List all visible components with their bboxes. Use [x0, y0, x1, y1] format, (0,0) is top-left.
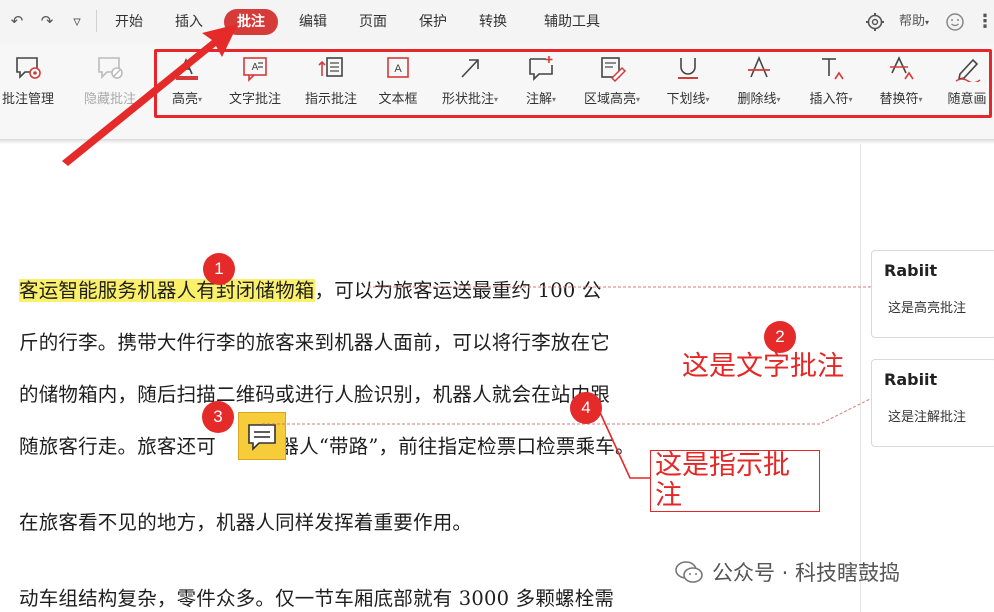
paragraph-line-3[interactable]: 的储物箱内，随后扫描二维码或进行人脸识别，机器人就会在站内跟	[19, 378, 610, 407]
freehand-draw-label: 随意画	[947, 92, 987, 107]
area-highlight-tool[interactable]: 区域高亮▾	[574, 54, 650, 114]
line-4-start: 随旅客行走。旅客还可	[19, 435, 217, 458]
tab-convert[interactable]: 转换	[470, 9, 516, 35]
text-comment-annotation[interactable]: 这是文字批注	[682, 344, 844, 383]
page-divider	[860, 144, 861, 612]
redo-icon[interactable]: ↷	[36, 10, 58, 32]
note-annotation-icon[interactable]	[238, 412, 286, 460]
paragraph-line-6[interactable]: 动车组结构复杂，零件众多。仅一节车厢底部就有 3000 多颗螺栓需	[19, 582, 614, 611]
step-badge-3: 3	[202, 401, 234, 433]
help-label: 帮助	[899, 14, 926, 29]
tab-start[interactable]: 开始	[106, 9, 152, 35]
hide-comments-button[interactable]: 隐藏批注	[78, 54, 142, 114]
step-badge-1: 1	[203, 253, 235, 285]
shape-comment-tool[interactable]: 形状批注▾	[432, 54, 508, 114]
paragraph-line-5[interactable]: 在旅客看不见的地方，机器人同样发挥着重要作用。	[19, 506, 472, 535]
strikethrough-icon	[748, 55, 770, 78]
comment-text: 这是注解批注	[888, 410, 967, 425]
wechat-icon	[675, 561, 703, 583]
line-4-end: 让机器人“带路”，前往指定检票口检票乘车。	[240, 435, 635, 458]
comment-author: Rabiit	[884, 370, 938, 389]
note-label: 注解	[525, 92, 552, 107]
tab-annotate[interactable]: 批注	[224, 9, 278, 35]
tab-page[interactable]: 页面	[350, 9, 396, 35]
tab-protect[interactable]: 保护	[410, 9, 456, 35]
textbox-icon: A	[387, 57, 409, 78]
note-add-icon	[529, 56, 553, 81]
insert-caret-icon	[822, 58, 844, 80]
line-1-rest: ，可以为旅客运送最重约 100 公	[314, 279, 602, 302]
insert-caret-tool[interactable]: 插入符▾	[800, 54, 862, 114]
comment-text: 这是高亮批注	[888, 301, 967, 316]
step-badge-4: 4	[570, 392, 602, 424]
pointer-comment-icon	[318, 57, 343, 77]
comment-card-note[interactable]: Rabiit 这是注解批注	[871, 359, 994, 447]
area-highlight-label: 区域高亮	[583, 92, 636, 107]
highlight-icon	[176, 57, 198, 80]
paragraph-line-4[interactable]: 随旅客行走。旅客还可 让机器人“带路”，前往指定检票口检票乘车。	[19, 430, 635, 459]
pointer-comment-tool[interactable]: 指示批注	[298, 54, 364, 114]
svg-text:A: A	[252, 62, 259, 73]
highlight-tool[interactable]: 高亮▾	[160, 54, 214, 114]
help-menu[interactable]: 帮助▾	[899, 9, 939, 35]
pointer-comment-label: 指示批注	[304, 92, 357, 107]
replace-caret-tool[interactable]: 替换符▾	[870, 54, 932, 114]
tab-edit[interactable]: 编辑	[290, 9, 336, 35]
text-comment-label: 文字批注	[228, 92, 281, 107]
textbox-label: 文本框	[378, 92, 418, 107]
ribbon-toolbar: 批注管理 隐藏批注 高亮▾ A 文字批注 指示批注 A 文本框 形状批注▾ 注解…	[0, 44, 994, 140]
watermark: 公众号 · 科技瞎鼓捣	[674, 556, 900, 588]
paragraph-line-1[interactable]: 客运智能服务机器人有封闭储物箱，可以为旅客运送最重约 100 公	[19, 274, 602, 303]
hide-comments-label: 隐藏批注	[83, 92, 136, 107]
tab-insert[interactable]: 插入	[166, 9, 212, 35]
svg-text:A: A	[394, 63, 402, 75]
textbox-tool[interactable]: A 文本框	[372, 54, 424, 114]
comment-gear-icon	[16, 57, 41, 79]
insert-caret-label: 插入符	[809, 92, 849, 107]
highlighted-text[interactable]: 客运智能服务机器人有封闭储物箱	[19, 279, 315, 302]
watermark-text: 公众号 · 科技瞎鼓捣	[712, 561, 901, 585]
menu-separator	[96, 10, 97, 32]
text-comment-icon: A	[243, 57, 267, 82]
underline-icon	[678, 58, 698, 79]
undo-icon[interactable]: ↶	[6, 10, 28, 32]
quick-access-dropdown-icon[interactable]: ▿	[66, 10, 88, 32]
comment-manage-label: 批注管理	[1, 92, 54, 107]
comment-manage-button[interactable]: 批注管理	[0, 54, 60, 114]
settings-gear-icon[interactable]	[864, 9, 888, 35]
shape-comment-label: 形状批注	[441, 92, 494, 107]
tab-tools[interactable]: 辅助工具	[532, 9, 612, 35]
more-options-icon[interactable]: ⋮	[976, 9, 994, 35]
freehand-pen-icon	[955, 58, 981, 82]
shape-arrow-icon	[461, 59, 479, 78]
comment-hide-icon	[98, 57, 123, 79]
comment-card-highlight[interactable]: Rabiit 这是高亮批注	[871, 250, 994, 338]
freehand-draw-tool[interactable]: 随意画	[940, 54, 994, 114]
paragraph-line-2[interactable]: 斤的行李。携带大件行李的旅客来到机器人面前，可以将行李放在它	[19, 326, 610, 355]
replace-caret-label: 替换符	[879, 92, 919, 107]
text-comment-tool[interactable]: A 文字批注	[222, 54, 288, 114]
underline-tool[interactable]: 下划线▾	[658, 54, 718, 114]
highlight-label: 高亮	[171, 92, 198, 107]
feedback-smiley-icon[interactable]	[944, 9, 968, 35]
menu-bar: ↶ ↷ ▿ 开始 插入 批注 编辑 页面 保护 转换 辅助工具 帮助▾ ⋮	[0, 0, 994, 44]
replace-caret-icon	[890, 56, 914, 80]
strikethrough-tool[interactable]: 删除线▾	[728, 54, 790, 114]
underline-label: 下划线	[666, 92, 706, 107]
pointer-comment-text: 这是指示批注	[655, 450, 790, 511]
pointer-comment-box[interactable]: 这是指示批注	[650, 450, 820, 512]
note-tool[interactable]: 注解▾	[516, 54, 566, 114]
comment-author: Rabiit	[884, 261, 938, 280]
strikethrough-label: 删除线	[737, 92, 777, 107]
area-highlight-icon	[601, 57, 627, 82]
